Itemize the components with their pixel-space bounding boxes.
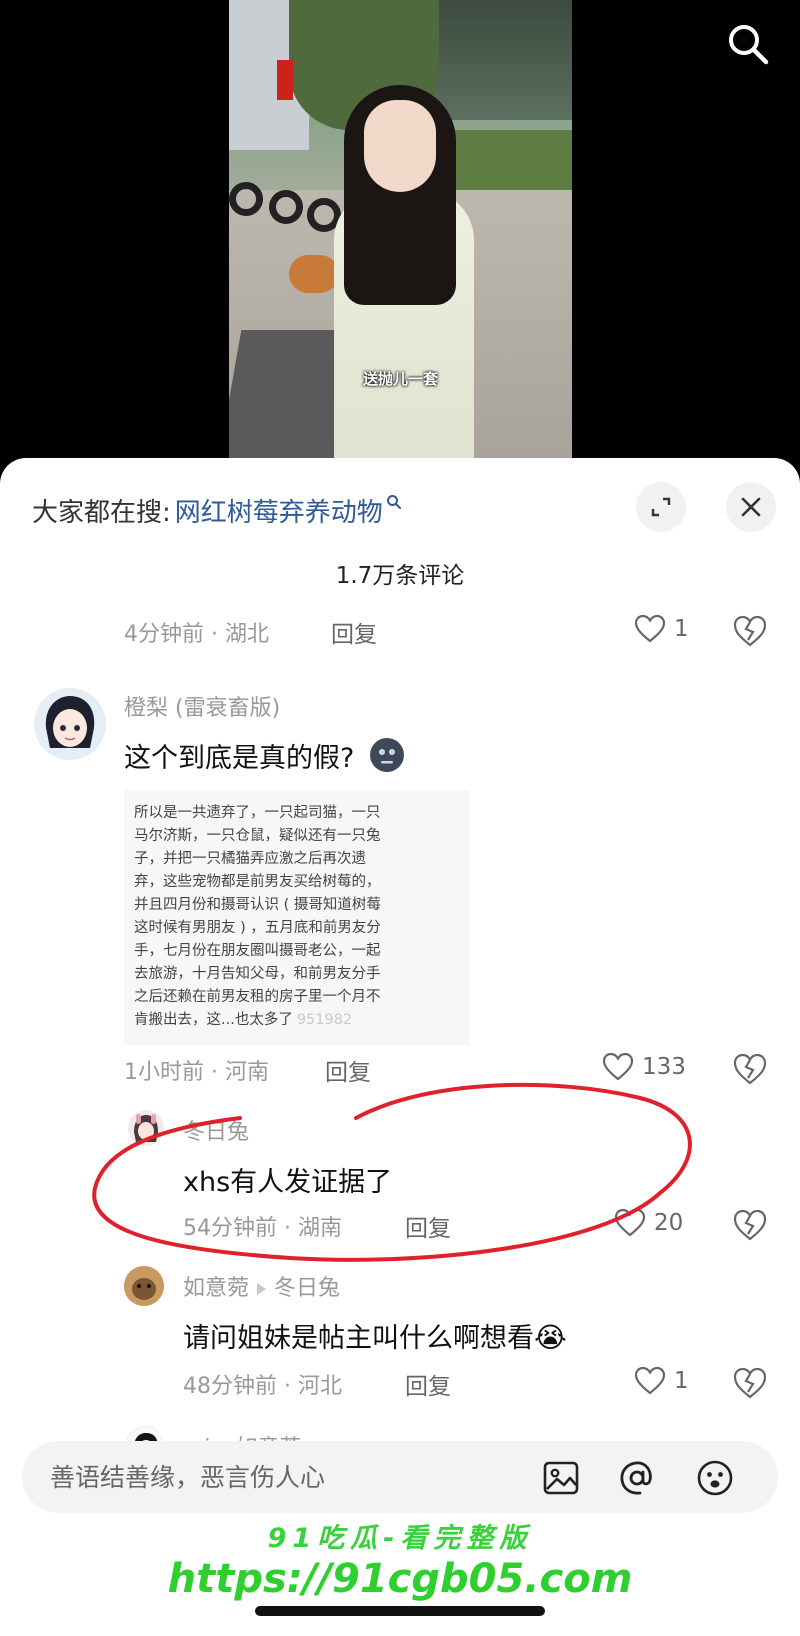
video-frame: 送抛儿一套 <box>229 0 572 470</box>
video-scene-dog <box>289 255 339 293</box>
comment-text-content: 请问姐妹是帖主叫什么啊想看 <box>183 1323 534 1354</box>
avatar-image <box>34 688 106 760</box>
expand-button[interactable] <box>636 482 686 532</box>
comment-meta: 4分钟前 · 湖北 <box>124 622 269 647</box>
avatar-image <box>124 1266 164 1306</box>
reply-button[interactable]: 回复 <box>325 1053 371 1087</box>
heart-icon <box>614 1208 646 1237</box>
screenshot-line: 所以是一共遗弃了，一只起司猫，一只 <box>134 805 381 821</box>
avatar[interactable] <box>128 1110 164 1146</box>
mention-icon[interactable] <box>618 1459 656 1497</box>
comment-author[interactable]: 冬日兔 <box>183 1114 249 1146</box>
trending-search[interactable]: 大家都在搜: 网红树莓弃养动物 <box>32 490 402 530</box>
screenshot-line: 弃，这些宠物都是前男友买给树莓的， <box>134 874 381 890</box>
heart-icon <box>634 614 666 643</box>
reply-button[interactable]: 回复 <box>405 1209 451 1243</box>
screenshot-line: 子，并把一只橘猫弄应激之后再次遗 <box>134 851 366 867</box>
trending-search-prefix: 大家都在搜: <box>32 497 171 528</box>
like-button[interactable]: 20 <box>614 1208 683 1238</box>
comment-input-bar <box>22 1441 778 1513</box>
like-button[interactable]: 1 <box>634 614 689 644</box>
dislike-icon[interactable] <box>732 1208 768 1242</box>
image-icon[interactable] <box>542 1459 580 1497</box>
comment-meta: 1小时前 · 河南 <box>124 1060 269 1085</box>
like-count: 20 <box>654 1210 684 1236</box>
home-indicator[interactable] <box>255 1606 545 1616</box>
like-button[interactable]: 1 <box>634 1366 689 1396</box>
reply-to-author[interactable]: 冬日兔 <box>274 1276 340 1301</box>
emoji-icon[interactable] <box>696 1459 734 1497</box>
dislike-icon[interactable] <box>732 1052 768 1086</box>
comments-sheet: 大家都在搜: 网红树莓弃养动物 1.7万条评论 4分钟前 · 湖北 回复 1 橙… <box>0 458 800 1636</box>
watermark-text: 91吃瓜-看完整版 <box>267 1523 533 1554</box>
reply-button[interactable]: 回复 <box>331 615 377 649</box>
like-count: 1 <box>674 1368 689 1394</box>
screenshot-line-text: 肯搬出去，这...也太多了 <box>134 1012 293 1028</box>
avatar-image <box>128 1110 164 1146</box>
video-player[interactable]: 送抛儿一套 <box>0 0 800 470</box>
dark-face-emoji-icon <box>369 738 404 772</box>
video-scene-bikes <box>229 130 349 240</box>
like-count: 1 <box>674 616 689 642</box>
close-button[interactable] <box>726 482 776 532</box>
comment-text: 请问姐妹是帖主叫什么啊想看😭 <box>183 1316 567 1355</box>
trending-search-link[interactable]: 网红树莓弃养动物 <box>175 492 383 529</box>
screenshot-line: 手，七月份在朋友圈叫摄哥老公，一起 <box>134 943 381 959</box>
reply-button[interactable]: 回复 <box>405 1367 451 1401</box>
avatar[interactable] <box>34 688 106 760</box>
screenshot-watermark: 951982 <box>296 1012 353 1028</box>
screenshot-line: 之后还赖在前男友租的房子里一个月不 <box>134 989 381 1005</box>
comment-text: xhs有人发证据了 <box>183 1167 393 1198</box>
dislike-icon[interactable] <box>732 614 768 648</box>
avatar[interactable] <box>124 1266 164 1306</box>
expand-icon <box>651 497 671 517</box>
like-count: 133 <box>642 1054 686 1080</box>
video-scene-flag <box>277 60 293 100</box>
comment-author[interactable]: 如意菀 <box>183 1276 249 1301</box>
heart-icon <box>634 1366 666 1395</box>
watermark-url: https://91cgb05.com <box>167 1556 633 1602</box>
comment-author[interactable]: 橙梨 (雷衰畜版) <box>124 690 280 722</box>
video-scene-face <box>364 100 436 192</box>
search-icon[interactable] <box>726 22 770 66</box>
reply-arrow-icon <box>257 1283 267 1295</box>
dislike-icon[interactable] <box>732 1366 768 1400</box>
screenshot-line: 这时候有男朋友 ) ，五月底和前男友分 <box>134 920 381 936</box>
heart-icon <box>602 1052 634 1081</box>
comment-input[interactable] <box>50 1441 490 1513</box>
screenshot-line: 并且四月份和摄哥认识 ( 摄哥知道树莓 <box>134 897 381 913</box>
screenshot-line: 肯搬出去，这...也太多了 951982 <box>134 1009 460 1032</box>
video-caption: 送抛儿一套 <box>362 370 438 388</box>
comment-meta: 48分钟前 · 河北 <box>183 1374 342 1399</box>
comment-text-content: 这个到底是真的假? <box>124 743 355 774</box>
close-icon <box>741 497 761 517</box>
comment-text: 这个到底是真的假? <box>124 736 405 775</box>
screenshot-line: 去旅游，十月告知父母，和前男友分手 <box>134 966 381 982</box>
comment-image[interactable]: 所以是一共遗弃了，一只起司猫，一只 马尔济斯，一只仓鼠，疑似还有一只兔 子，并把… <box>124 790 470 1045</box>
search-small-icon <box>386 495 401 509</box>
comment-meta: 54分钟前 · 湖南 <box>183 1216 342 1241</box>
comment-count: 1.7万条评论 <box>335 563 465 589</box>
like-button[interactable]: 133 <box>602 1052 686 1082</box>
crying-emoji-icon: 😭 <box>534 1321 567 1354</box>
screenshot-line: 马尔济斯，一只仓鼠，疑似还有一只兔 <box>134 828 381 844</box>
comment-author-line: 如意菀 冬日兔 <box>183 1270 340 1302</box>
